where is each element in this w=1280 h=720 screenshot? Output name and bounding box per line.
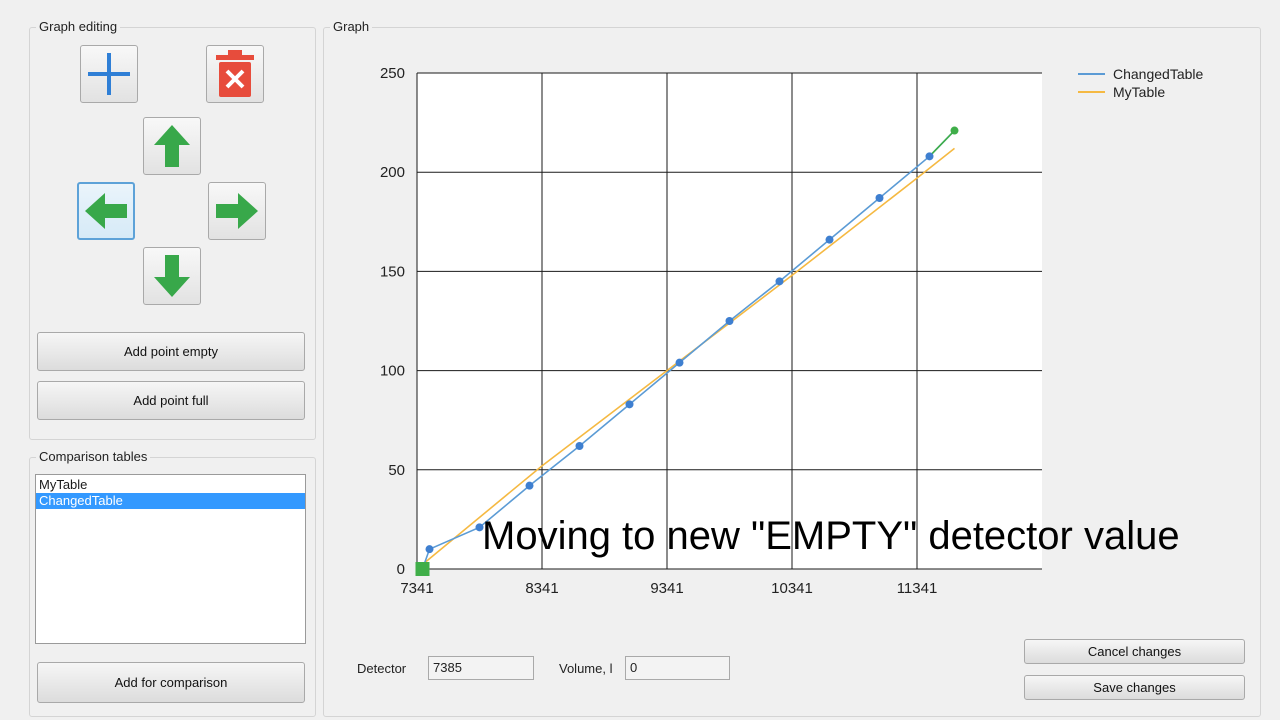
list-item-changedtable[interactable]: ChangedTable: [36, 493, 305, 509]
x-tick-label: 7341: [400, 580, 433, 597]
cancel-changes-button[interactable]: Cancel changes: [1024, 639, 1245, 664]
move-right-button[interactable]: [208, 182, 266, 240]
comparison-tables-list[interactable]: MyTable ChangedTable: [35, 474, 306, 644]
y-tick-label: 150: [380, 263, 405, 280]
data-point[interactable]: [925, 152, 934, 161]
data-point[interactable]: [525, 481, 534, 490]
selected-point-marker[interactable]: [415, 562, 430, 576]
add-point-button[interactable]: [80, 45, 138, 103]
detector-label: Detector: [357, 661, 407, 676]
data-point[interactable]: [725, 317, 734, 325]
y-tick-label: 200: [380, 164, 405, 181]
x-tick-label: 9341: [650, 580, 683, 597]
data-point[interactable]: [425, 545, 434, 554]
list-item-mytable[interactable]: MyTable: [36, 477, 305, 493]
data-point[interactable]: [575, 441, 584, 450]
data-point[interactable]: [950, 126, 959, 135]
arrow-right-icon: [216, 193, 258, 229]
legend-label: MyTable: [1113, 84, 1165, 100]
legend-label: ChangedTable: [1113, 66, 1204, 82]
move-up-button[interactable]: [143, 117, 201, 175]
graph-editing-title: Graph editing: [36, 19, 121, 34]
x-tick-label: 10341: [771, 580, 813, 597]
add-for-comparison-button[interactable]: Add for comparison: [37, 662, 305, 703]
plus-icon: [88, 53, 130, 95]
save-changes-button[interactable]: Save changes: [1024, 675, 1245, 700]
add-point-full-button[interactable]: Add point full: [37, 381, 305, 420]
add-point-empty-button[interactable]: Add point empty: [37, 332, 305, 371]
x-tick-label: 11341: [897, 580, 938, 597]
volume-label: Volume, l: [559, 661, 613, 676]
delete-point-button[interactable]: [206, 45, 264, 103]
comparison-tables-title: Comparison tables: [36, 449, 151, 464]
graph-title: Graph: [330, 19, 373, 34]
overlay-caption: Moving to new "EMPTY" detector value: [482, 514, 1180, 558]
data-point[interactable]: [825, 235, 834, 244]
y-tick-label: 0: [397, 561, 405, 578]
volume-field[interactable]: 0: [625, 656, 730, 680]
data-point[interactable]: [625, 400, 634, 409]
move-down-button[interactable]: [143, 247, 201, 305]
y-tick-label: 100: [380, 363, 405, 380]
x-tick-label: 8341: [525, 580, 558, 597]
arrow-up-icon: [154, 125, 190, 167]
data-point[interactable]: [875, 193, 884, 202]
y-tick-label: 250: [380, 65, 405, 82]
detector-field[interactable]: 7385: [428, 656, 534, 680]
y-tick-label: 50: [388, 462, 405, 479]
arrow-down-icon: [154, 255, 190, 297]
arrow-left-icon: [85, 193, 127, 229]
graph-editing-group: Graph editing: [29, 19, 316, 440]
data-point[interactable]: [675, 358, 684, 367]
trash-icon: [216, 50, 254, 97]
data-point[interactable]: [775, 277, 784, 286]
move-left-button[interactable]: [77, 182, 135, 240]
